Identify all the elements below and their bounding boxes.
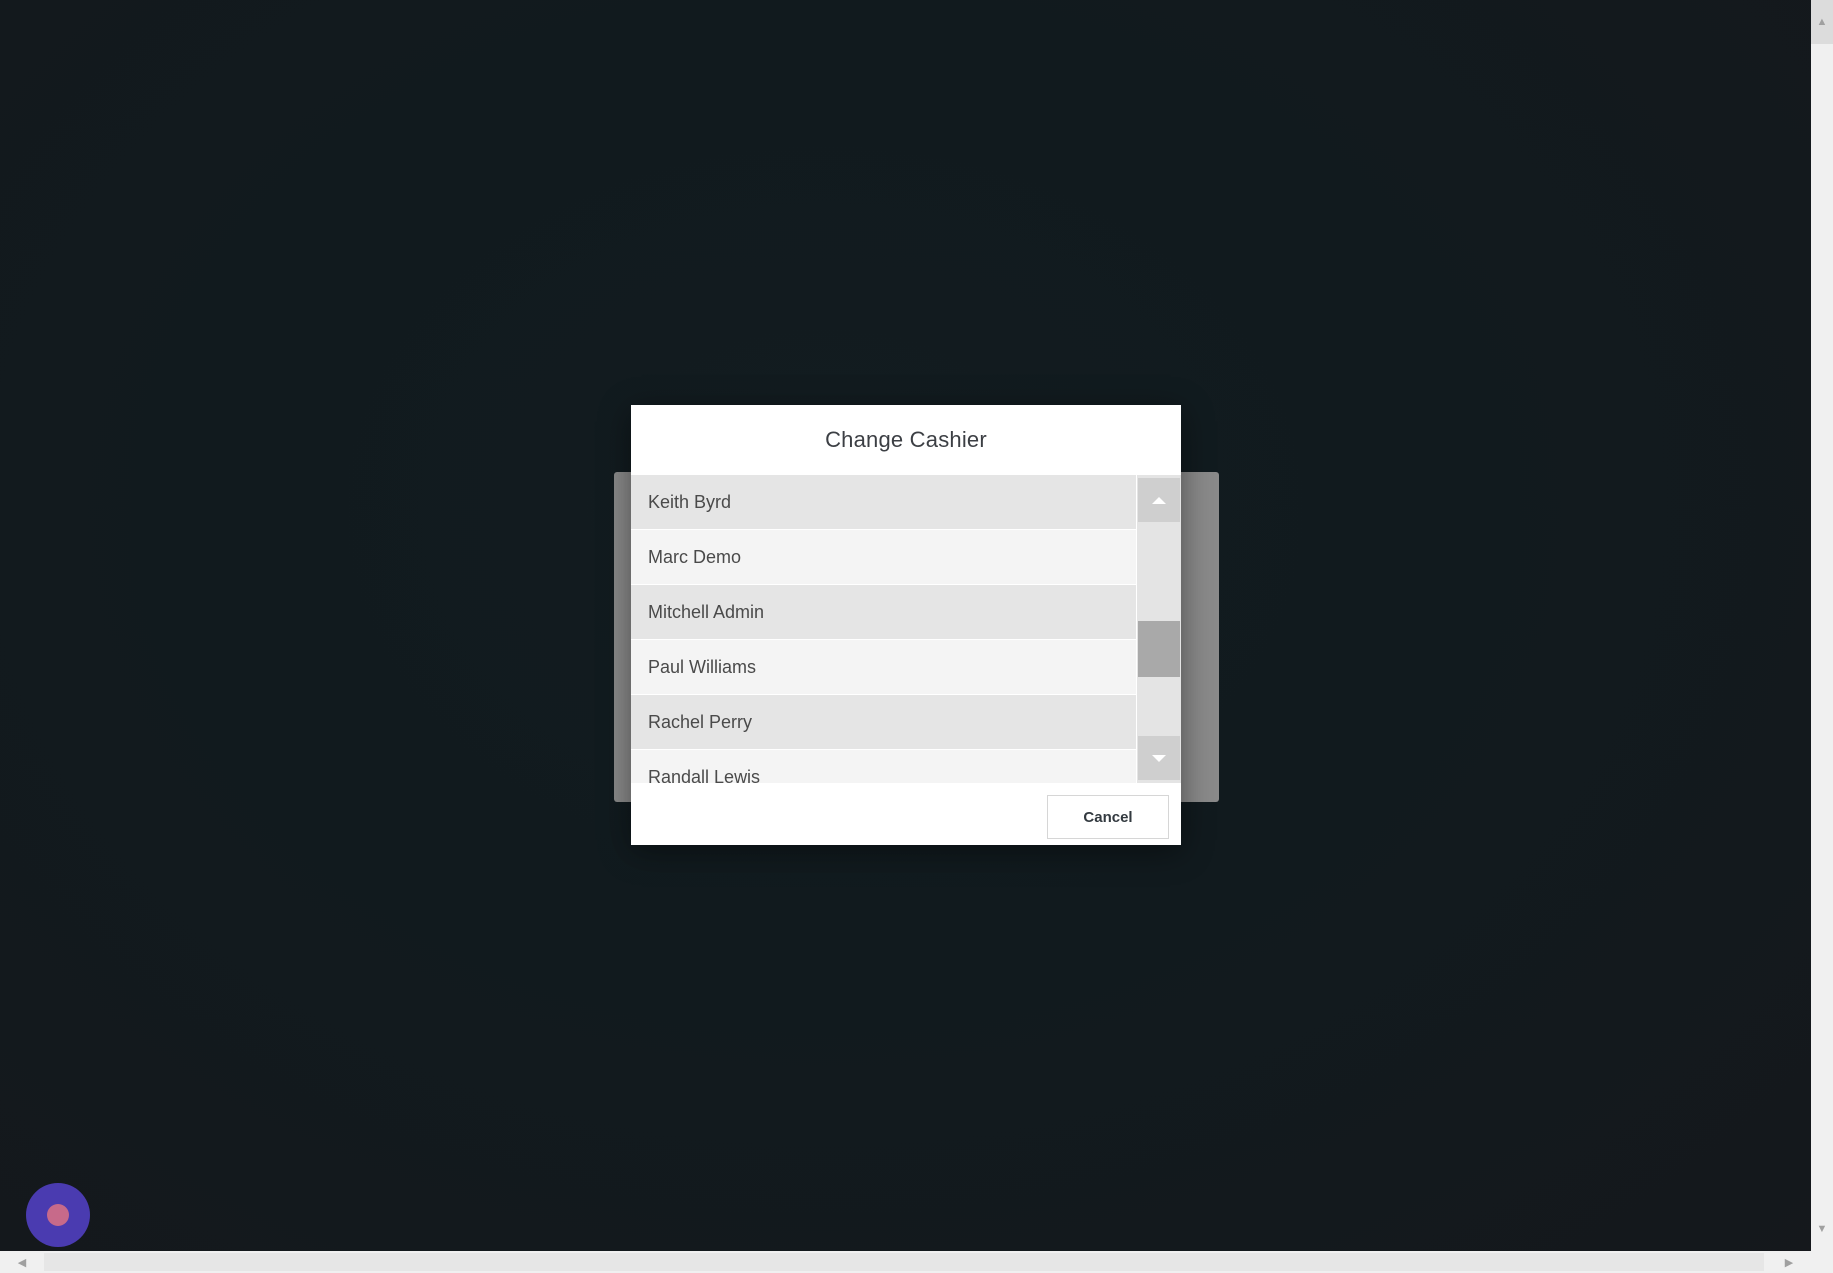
dialog-footer: Cancel bbox=[631, 783, 1181, 845]
cashier-item[interactable]: Paul Williams bbox=[631, 640, 1136, 695]
cashier-item[interactable]: Randall Lewis bbox=[631, 750, 1136, 783]
list-scrollbar[interactable] bbox=[1137, 475, 1181, 783]
cancel-button[interactable]: Cancel bbox=[1047, 795, 1169, 839]
page-vertical-scrollbar[interactable]: ▲ ▼ bbox=[1811, 0, 1833, 1251]
pos-screen: Change Cashier Keith Byrd Marc Demo Mitc… bbox=[0, 0, 1833, 1273]
page-scroll-down-icon[interactable]: ▼ bbox=[1811, 1207, 1833, 1251]
triangle-up-icon bbox=[1152, 496, 1166, 504]
triangle-down-icon bbox=[1152, 754, 1166, 762]
scroll-up-button[interactable] bbox=[1138, 478, 1180, 522]
page-scroll-left-icon[interactable]: ◀ bbox=[0, 1251, 44, 1273]
scrollbar-corner bbox=[1811, 1251, 1833, 1273]
cashier-item[interactable]: Rachel Perry bbox=[631, 695, 1136, 750]
page-scroll-right-icon[interactable]: ▶ bbox=[1767, 1251, 1811, 1273]
page-scroll-up-icon[interactable]: ▲ bbox=[1811, 0, 1833, 44]
dialog-title: Change Cashier bbox=[825, 427, 987, 452]
page-horizontal-scrollbar[interactable]: ◀ ▶ bbox=[0, 1251, 1811, 1273]
record-dot-icon bbox=[47, 1204, 69, 1226]
cashier-item[interactable]: Keith Byrd bbox=[631, 475, 1136, 530]
change-cashier-dialog: Change Cashier Keith Byrd Marc Demo Mitc… bbox=[631, 405, 1181, 845]
cashier-item[interactable]: Mitchell Admin bbox=[631, 585, 1136, 640]
cashier-item[interactable]: Marc Demo bbox=[631, 530, 1136, 585]
scroll-down-button[interactable] bbox=[1138, 736, 1180, 780]
scroll-thumb[interactable] bbox=[1138, 621, 1180, 677]
page-horizontal-thumb[interactable] bbox=[44, 1253, 1764, 1271]
debug-button[interactable] bbox=[26, 1183, 90, 1247]
cashier-list[interactable]: Keith Byrd Marc Demo Mitchell Admin Paul… bbox=[631, 475, 1136, 783]
